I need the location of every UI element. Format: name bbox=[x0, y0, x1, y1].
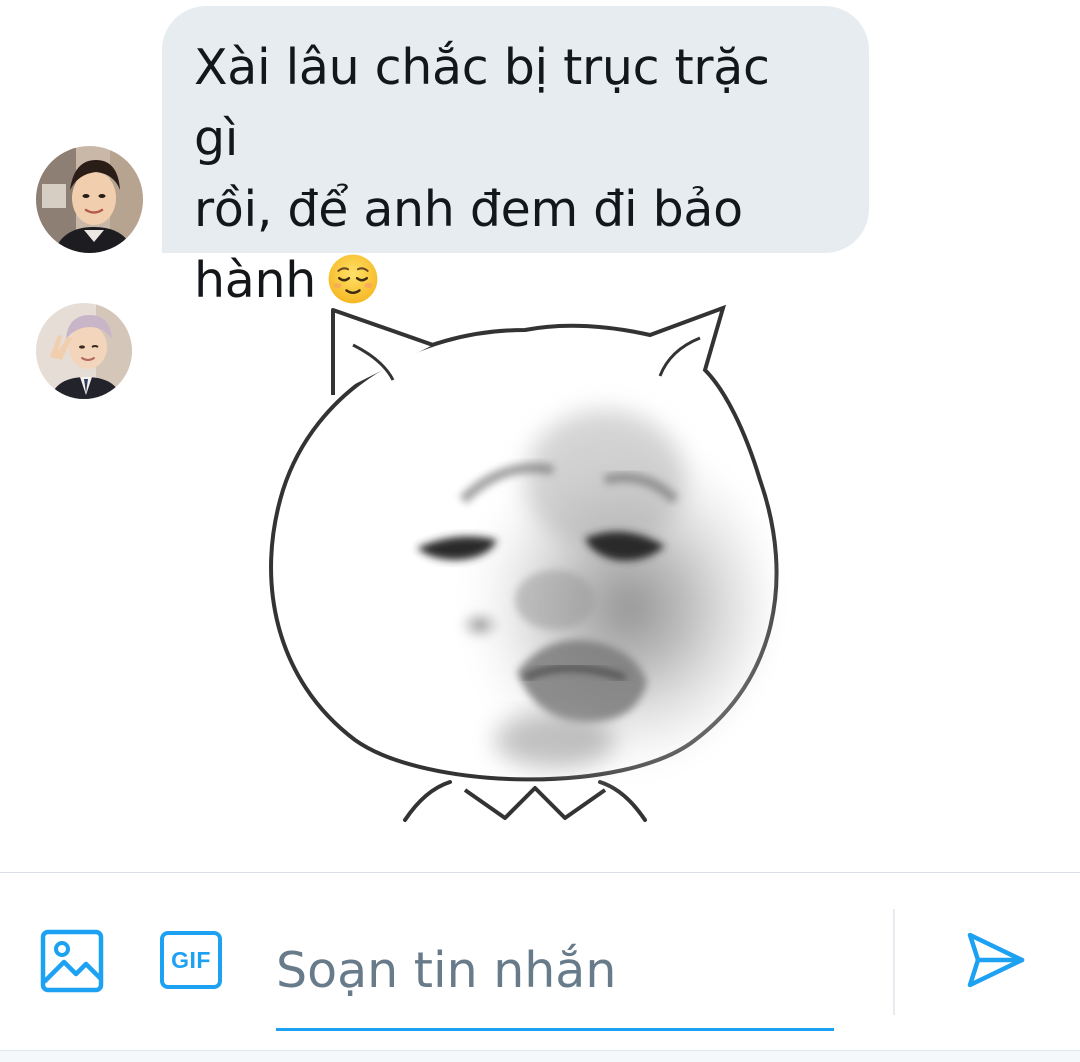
dm-conversation-screen: Xài lâu chắc bị trục trặc gì rồi, để anh… bbox=[0, 0, 1080, 1062]
message-input[interactable] bbox=[276, 913, 834, 1031]
avatar-photo bbox=[36, 146, 143, 253]
divider bbox=[893, 909, 895, 1015]
message-line: rồi, để anh đem đi bảo bbox=[194, 181, 743, 238]
message-bubble[interactable]: Xài lâu chắc bị trục trặc gì rồi, để anh… bbox=[162, 6, 869, 309]
send-icon[interactable] bbox=[964, 929, 1026, 991]
message-line: Xài lâu chắc bị trục trặc gì bbox=[194, 39, 770, 167]
image-icon[interactable] bbox=[40, 929, 104, 993]
gif-label: GIF bbox=[160, 931, 222, 989]
bottom-edge bbox=[0, 1050, 1080, 1062]
gif-icon[interactable]: GIF bbox=[160, 931, 226, 993]
message-list[interactable]: Xài lâu chắc bị trục trặc gì rồi, để anh… bbox=[0, 0, 1080, 872]
sticker-image[interactable] bbox=[255, 300, 795, 830]
avatar[interactable] bbox=[36, 146, 143, 253]
avatar-photo bbox=[36, 303, 132, 399]
crying-cat-face-meme-sticker bbox=[269, 304, 779, 822]
relieved-face-emoji bbox=[328, 254, 378, 304]
message-composer: GIF bbox=[0, 872, 1080, 1051]
avatar[interactable] bbox=[36, 303, 132, 399]
